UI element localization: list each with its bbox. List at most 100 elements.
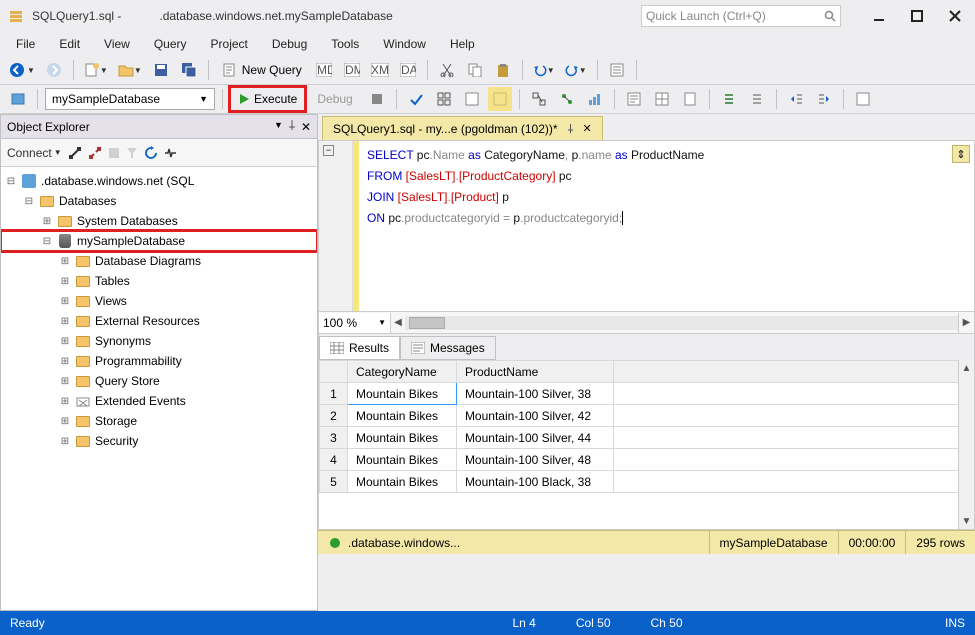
menu-debug[interactable]: Debug: [262, 34, 317, 54]
col-header-category[interactable]: CategoryName: [348, 361, 457, 383]
tree-storage[interactable]: ⊞Storage: [1, 411, 317, 431]
sql-editor[interactable]: − SELECT pc.Name as CategoryName, p.name…: [318, 140, 975, 312]
open-button[interactable]: ▼: [115, 58, 145, 82]
results-tab[interactable]: Results: [319, 336, 400, 360]
scroll-left-icon[interactable]: ◀: [391, 317, 405, 328]
execute-button[interactable]: Execute: [230, 87, 305, 111]
menu-tools[interactable]: Tools: [321, 34, 369, 54]
table-row[interactable]: 5Mountain BikesMountain-100 Black, 38: [320, 471, 974, 493]
dropdown-icon[interactable]: ▼: [274, 120, 283, 134]
save-all-button[interactable]: [177, 58, 201, 82]
uncomment-button[interactable]: [745, 87, 769, 111]
tree-tables[interactable]: ⊞Tables: [1, 271, 317, 291]
sql-code-text[interactable]: SELECT pc.Name as CategoryName, p.name a…: [359, 141, 974, 311]
filter-icon[interactable]: [126, 147, 138, 159]
nav-forward-button[interactable]: [42, 58, 66, 82]
tree-external-resources[interactable]: ⊞External Resources: [1, 311, 317, 331]
minimize-button[interactable]: [867, 4, 891, 28]
display-plan-button[interactable]: [432, 87, 456, 111]
menu-help[interactable]: Help: [440, 34, 485, 54]
menu-view[interactable]: View: [94, 34, 140, 54]
properties-button[interactable]: [605, 58, 629, 82]
menu-window[interactable]: Window: [373, 34, 436, 54]
tree-views[interactable]: ⊞Views: [1, 291, 317, 311]
connect-button[interactable]: Connect▼: [7, 146, 62, 160]
tree-programmability[interactable]: ⊞Programmability: [1, 351, 317, 371]
results-text-button[interactable]: [622, 87, 646, 111]
table-row[interactable]: 1Mountain BikesMountain-100 Silver, 38: [320, 383, 974, 405]
close-panel-icon[interactable]: ✕: [301, 120, 311, 134]
tree-query-store[interactable]: ⊞Query Store: [1, 371, 317, 391]
table-row[interactable]: 2Mountain BikesMountain-100 Silver, 42: [320, 405, 974, 427]
results-grid-button[interactable]: [650, 87, 674, 111]
scroll-right-icon[interactable]: ▶: [958, 313, 974, 333]
query-options-button[interactable]: [460, 87, 484, 111]
maximize-button[interactable]: [905, 4, 929, 28]
refresh-icon[interactable]: [144, 146, 158, 160]
tree-synonyms[interactable]: ⊞Synonyms: [1, 331, 317, 351]
zoom-combo[interactable]: 100 %▼: [319, 313, 391, 333]
scroll-down-icon[interactable]: ▼: [959, 513, 974, 529]
database-combo[interactable]: mySampleDatabase ▼: [45, 88, 215, 110]
change-connection-button[interactable]: [6, 87, 30, 111]
tree-db-diagrams[interactable]: ⊞Database Diagrams: [1, 251, 317, 271]
debug-button[interactable]: Debug: [309, 87, 360, 111]
redo-button[interactable]: ▼: [562, 58, 590, 82]
close-tab-icon[interactable]: ✕: [583, 122, 592, 135]
menu-edit[interactable]: Edit: [49, 34, 90, 54]
live-stats-button[interactable]: [555, 87, 579, 111]
stop-icon[interactable]: [108, 147, 120, 159]
specify-values-button[interactable]: [851, 87, 875, 111]
collapse-region-icon[interactable]: −: [323, 145, 334, 156]
dmx-button[interactable]: DMX: [340, 58, 364, 82]
copy-button[interactable]: [463, 58, 487, 82]
activity-icon[interactable]: [164, 146, 178, 160]
tree-sample-database[interactable]: ⊟mySampleDatabase: [1, 231, 317, 251]
undo-button[interactable]: ▼: [530, 58, 558, 82]
tree-security[interactable]: ⊞Security: [1, 431, 317, 451]
col-header-product[interactable]: ProductName: [456, 361, 613, 383]
document-tab-active[interactable]: SQLQuery1.sql - my...e (pgoldman (102))*…: [322, 116, 603, 140]
decrease-indent-button[interactable]: [784, 87, 808, 111]
split-view-button[interactable]: ⇕: [952, 145, 970, 163]
quick-launch-input[interactable]: Quick Launch (Ctrl+Q): [641, 5, 841, 27]
new-query-button[interactable]: New Query: [216, 58, 308, 82]
comment-button[interactable]: [717, 87, 741, 111]
new-item-button[interactable]: ▼: [81, 58, 111, 82]
close-button[interactable]: [943, 4, 967, 28]
table-row[interactable]: 3Mountain BikesMountain-100 Silver, 44: [320, 427, 974, 449]
parse-button[interactable]: [404, 87, 428, 111]
nav-back-button[interactable]: ▼: [6, 58, 38, 82]
menu-query[interactable]: Query: [144, 34, 197, 54]
tree-extended-events[interactable]: ⊞Extended Events: [1, 391, 317, 411]
tree-system-databases[interactable]: ⊞System Databases: [1, 211, 317, 231]
object-explorer-tree[interactable]: ⊟.database.windows.net (SQL ⊟Databases ⊞…: [1, 167, 317, 610]
mdx-button[interactable]: MDX: [312, 58, 336, 82]
cut-button[interactable]: [435, 58, 459, 82]
increase-indent-button[interactable]: [812, 87, 836, 111]
xmla-button[interactable]: XMLA: [368, 58, 392, 82]
menu-file[interactable]: File: [6, 34, 45, 54]
results-file-button[interactable]: [678, 87, 702, 111]
tree-server-node[interactable]: ⊟.database.windows.net (SQL: [1, 171, 317, 191]
scroll-up-icon[interactable]: ▲: [959, 360, 974, 376]
table-row[interactable]: 4Mountain BikesMountain-100 Silver, 48: [320, 449, 974, 471]
paste-button[interactable]: [491, 58, 515, 82]
dax-button[interactable]: DAX: [396, 58, 420, 82]
messages-tab[interactable]: Messages: [400, 336, 496, 360]
pin-icon[interactable]: [566, 124, 575, 133]
rownum-header[interactable]: [320, 361, 348, 383]
cancel-query-button[interactable]: [365, 87, 389, 111]
connect-icon[interactable]: [68, 146, 82, 160]
include-plan-button[interactable]: [527, 87, 551, 111]
horizontal-scrollbar[interactable]: [405, 316, 958, 330]
menu-project[interactable]: Project: [201, 34, 258, 54]
tree-databases-node[interactable]: ⊟Databases: [1, 191, 317, 211]
results-grid[interactable]: CategoryName ProductName 1Mountain Bikes…: [318, 360, 975, 530]
save-button[interactable]: [149, 58, 173, 82]
intellisense-button[interactable]: [488, 87, 512, 111]
results-vertical-scrollbar[interactable]: ▲ ▼: [958, 360, 974, 529]
pin-icon[interactable]: [287, 120, 297, 134]
disconnect-icon[interactable]: [88, 146, 102, 160]
client-stats-button[interactable]: [583, 87, 607, 111]
